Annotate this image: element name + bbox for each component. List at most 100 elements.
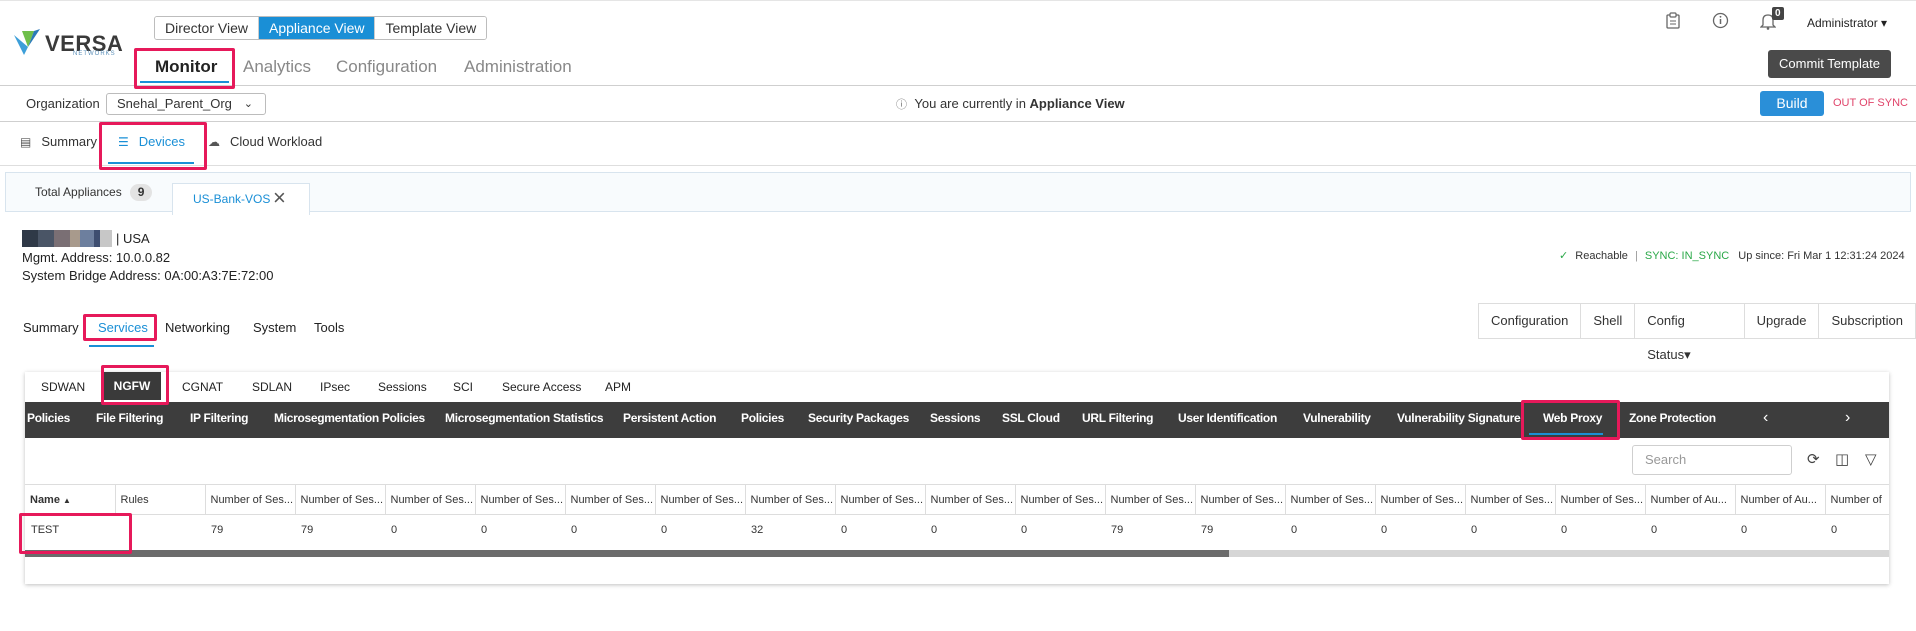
filter-icon[interactable]: ▽ — [1865, 450, 1877, 468]
horizontal-scrollbar[interactable] — [25, 550, 1889, 557]
appliance-view-button[interactable]: Appliance View — [259, 17, 376, 39]
close-icon[interactable]: × — [273, 183, 286, 213]
column-header[interactable]: Number of Ses... — [565, 484, 656, 515]
nav-analytics[interactable]: Analytics — [243, 57, 311, 77]
column-header[interactable]: Number of Ses... — [1465, 484, 1556, 515]
ngfw-tab-ip-filtering[interactable]: IP Filtering — [190, 402, 248, 434]
device-tab-label: US-Bank-VOS — [193, 192, 271, 206]
configuration-button[interactable]: Configuration — [1479, 304, 1582, 338]
sort-icon[interactable]: ▲ — [63, 496, 71, 505]
column-header[interactable]: Number of Ses... — [745, 484, 836, 515]
tab-summary[interactable]: ▤ Summary — [20, 134, 97, 149]
search-input[interactable]: Search — [1632, 445, 1792, 475]
ngfw-tab-policies[interactable]: Policies — [27, 402, 70, 434]
redacted-block — [54, 230, 70, 247]
subscription-button[interactable]: Subscription — [1819, 304, 1915, 338]
refresh-icon[interactable]: ⟳ — [1807, 450, 1820, 468]
subtab-summary[interactable]: Summary — [23, 320, 79, 335]
upgrade-button[interactable]: Upgrade — [1745, 304, 1820, 338]
table-cell: 0 — [1741, 523, 1748, 536]
column-header[interactable]: Rules — [115, 484, 206, 515]
ngfw-tab-url-filtering[interactable]: URL Filtering — [1082, 402, 1154, 434]
table-cell: 0 — [1471, 523, 1478, 536]
ngfw-tab-zone-protection[interactable]: Zone Protection — [1629, 402, 1716, 434]
build-button[interactable]: Build — [1760, 91, 1824, 116]
ngfw-tab-microseg-statistics[interactable]: Microsegmentation Statistics — [445, 402, 604, 434]
ngfw-tab-sessions[interactable]: Sessions — [930, 402, 981, 434]
column-header[interactable]: Number of Ses... — [655, 484, 746, 515]
user-menu[interactable]: Administrator ▾ — [1807, 16, 1887, 30]
table-row[interactable]: TEST 79 79 0 0 0 0 32 0 0 0 79 79 0 0 0 … — [25, 515, 1889, 545]
director-view-button[interactable]: Director View — [155, 17, 259, 39]
table-cell: 32 — [751, 523, 764, 536]
column-header[interactable]: Name ▲ — [25, 484, 116, 515]
subtab-networking[interactable]: Networking — [165, 320, 230, 335]
scrollbar-thumb[interactable] — [25, 550, 1229, 557]
chevron-right-icon[interactable]: › — [1845, 402, 1850, 434]
svc-tab-secure-access[interactable]: Secure Access — [502, 380, 581, 394]
ngfw-tab-microseg-policies[interactable]: Microsegmentation Policies — [274, 402, 425, 434]
ngfw-tab-vulnerability-signature[interactable]: Vulnerability Signature — [1397, 402, 1521, 434]
column-header[interactable]: Number of Ses... — [1015, 484, 1106, 515]
column-header[interactable]: Number of — [1825, 484, 1889, 515]
columns-icon[interactable]: ◫ — [1835, 450, 1849, 468]
view-toggle: Director View Appliance View Template Vi… — [154, 16, 488, 40]
tab-cloud-workload-label: Cloud Workload — [230, 134, 323, 149]
svc-tab-cgnat[interactable]: CGNAT — [182, 380, 223, 394]
svc-tab-sci[interactable]: SCI — [453, 380, 473, 394]
column-header[interactable]: Number of Ses... — [295, 484, 386, 515]
ngfw-tab-ssl-cloud[interactable]: SSL Cloud — [1002, 402, 1060, 434]
svc-tab-ngfw[interactable]: NGFW — [103, 372, 161, 400]
ngfw-tab-security-packages[interactable]: Security Packages — [808, 402, 909, 434]
ngfw-tab-policies-2[interactable]: Policies — [741, 402, 784, 434]
appliance-message-view: Appliance View — [1029, 96, 1125, 111]
info-icon[interactable] — [1712, 12, 1729, 29]
tab-total-appliances[interactable]: Total Appliances 9 — [11, 173, 153, 212]
column-header[interactable]: Number of Ses... — [835, 484, 926, 515]
template-view-button[interactable]: Template View — [375, 17, 487, 39]
table-cell: 0 — [841, 523, 848, 536]
column-header[interactable]: Number of Au... — [1645, 484, 1736, 515]
subtab-tools[interactable]: Tools — [314, 320, 344, 335]
column-header[interactable]: Number of Ses... — [1195, 484, 1286, 515]
summary-chart-icon: ▤ — [20, 135, 32, 149]
top-header: VERSA NETWORKS Director View Appliance V… — [0, 0, 1916, 86]
subtab-services[interactable]: Services — [98, 320, 148, 335]
subtab-system[interactable]: System — [253, 320, 296, 335]
nav-configuration[interactable]: Configuration — [336, 57, 437, 77]
column-header[interactable]: Number of Au... — [1735, 484, 1826, 515]
column-header[interactable]: Number of Ses... — [1105, 484, 1196, 515]
sync-status-text: OUT OF SYNC — [1833, 97, 1908, 109]
column-header[interactable]: Number of Ses... — [925, 484, 1016, 515]
table-cell: 0 — [1291, 523, 1298, 536]
column-header[interactable]: Number of Ses... — [475, 484, 566, 515]
shell-button[interactable]: Shell — [1581, 304, 1636, 338]
svc-tab-sdwan[interactable]: SDWAN — [41, 380, 85, 394]
column-header[interactable]: Number of Ses... — [1285, 484, 1376, 515]
tab-devices[interactable]: ☰ Devices — [118, 134, 185, 149]
ngfw-tab-file-filtering[interactable]: File Filtering — [96, 402, 163, 434]
nav-monitor[interactable]: Monitor — [155, 57, 217, 77]
clipboard-icon[interactable] — [1666, 12, 1680, 29]
ngfw-tab-persistent-action[interactable]: Persistent Action — [623, 402, 716, 434]
table-cell — [115, 515, 205, 545]
ngfw-tab-user-identification[interactable]: User Identification — [1178, 402, 1277, 434]
svc-tab-sessions[interactable]: Sessions — [378, 380, 427, 394]
ngfw-tab-vulnerability[interactable]: Vulnerability — [1303, 402, 1371, 434]
nav-administration[interactable]: Administration — [464, 57, 572, 77]
commit-template-button[interactable]: Commit Template — [1768, 50, 1891, 78]
organization-select[interactable]: Snehal_Parent_Org ⌄ — [106, 93, 266, 115]
column-header[interactable]: Number of Ses... — [1555, 484, 1646, 515]
svc-tab-sdlan[interactable]: SDLAN — [252, 380, 292, 394]
column-header[interactable]: Number of Ses... — [1375, 484, 1466, 515]
column-header[interactable]: Number of Ses... — [205, 484, 296, 515]
tab-device-us-bank-vos[interactable]: US-Bank-VOS × — [172, 183, 310, 215]
config-status-button[interactable]: Config Status▾ — [1635, 304, 1745, 362]
tab-cloud-workload[interactable]: ☁ Cloud Workload — [208, 134, 322, 149]
svc-tab-apm[interactable]: APM — [605, 380, 631, 394]
devices-server-icon: ☰ — [118, 135, 129, 149]
ngfw-tab-web-proxy[interactable]: Web Proxy — [1543, 402, 1602, 434]
svc-tab-ipsec[interactable]: IPsec — [320, 380, 350, 394]
column-header[interactable]: Number of Ses... — [385, 484, 476, 515]
chevron-left-icon[interactable]: ‹ — [1763, 402, 1768, 434]
